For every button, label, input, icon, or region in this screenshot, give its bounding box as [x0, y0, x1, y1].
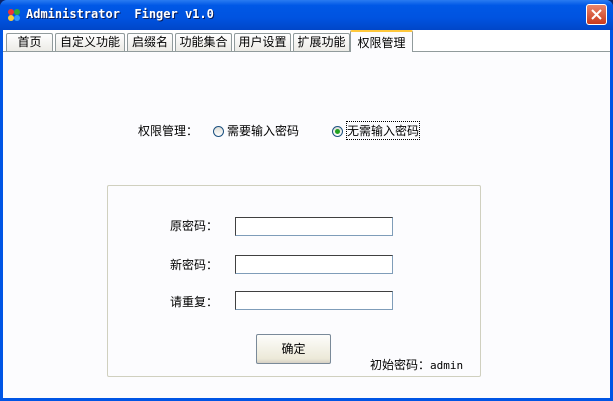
new-password-label: 新密码：	[170, 258, 219, 272]
tab-permissions[interactable]: 权限管理	[350, 30, 413, 52]
tab-strip: 首页 自定义功能 启缀名 功能集合 用户设置 扩展功能 权限管理	[3, 30, 610, 52]
initial-password-value: admin	[430, 359, 464, 372]
option-no-password-label[interactable]: 无需输入密码	[345, 121, 421, 140]
repeat-password-field[interactable]	[235, 291, 393, 310]
client-area: 首页 自定义功能 启缀名 功能集合 用户设置 扩展功能 权限管理 权限管理： 需…	[3, 30, 610, 398]
tab-custom-functions[interactable]: 自定义功能	[55, 33, 125, 51]
initial-password-note: 初始密码：admin	[370, 356, 463, 373]
permission-mode-label: 权限管理：	[138, 124, 199, 138]
tab-home[interactable]: 首页	[6, 33, 53, 51]
option-require-password-label[interactable]: 需要输入密码	[227, 122, 299, 139]
close-button[interactable]	[586, 4, 607, 25]
tab-user-settings[interactable]: 用户设置	[234, 33, 291, 51]
confirm-button[interactable]: 确定	[256, 334, 331, 364]
close-icon	[591, 9, 602, 20]
app-icon	[6, 7, 22, 23]
change-password-group: 原密码： 新密码： 请重复： 确定 初始密码：admin	[107, 185, 481, 377]
permissions-panel: 权限管理： 需要输入密码 无需输入密码 原密码： 新密码： 请重复： 确定 初始…	[3, 52, 610, 398]
initial-password-label: 初始密码：	[370, 358, 431, 372]
new-password-field[interactable]	[235, 255, 393, 274]
window-title: Administrator Finger v1.0	[26, 7, 214, 21]
old-password-field[interactable]	[235, 217, 393, 236]
tab-suffix[interactable]: 启缀名	[127, 33, 173, 51]
radio-require-password[interactable]	[213, 126, 224, 137]
radio-no-password[interactable]	[332, 126, 343, 137]
tab-function-set[interactable]: 功能集合	[175, 33, 232, 51]
tab-extensions[interactable]: 扩展功能	[293, 33, 350, 51]
repeat-password-label: 请重复：	[170, 295, 219, 309]
app-window: Administrator Finger v1.0 首页 自定义功能 启缀名 功…	[0, 0, 613, 401]
old-password-label: 原密码：	[170, 219, 219, 233]
radio-dot	[335, 129, 340, 134]
title-bar[interactable]: Administrator Finger v1.0	[0, 0, 613, 30]
